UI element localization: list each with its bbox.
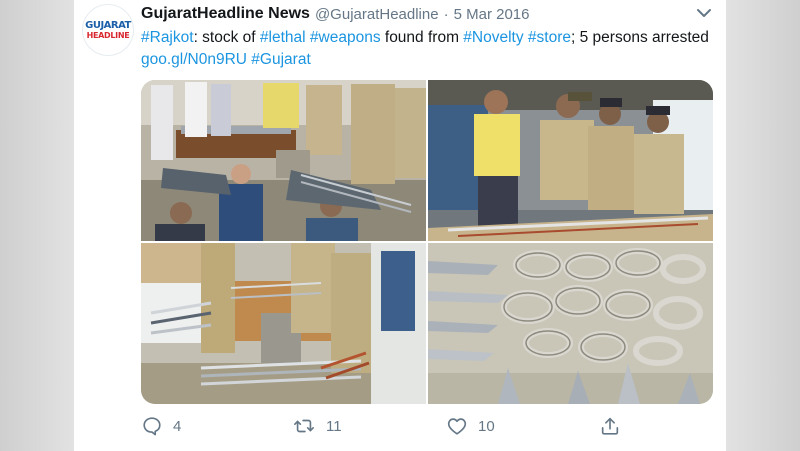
author-handle[interactable]: @GujaratHeadline — [315, 6, 439, 23]
hashtag-lethal[interactable]: #lethal — [260, 29, 306, 46]
text-part-1: : stock of — [193, 29, 260, 46]
text-part-2: found from — [380, 29, 464, 46]
avatar[interactable]: GUJARAT HEADLINE — [82, 4, 134, 56]
tweet-text: #Rajkot: stock of #lethal #weapons found… — [141, 27, 713, 71]
hashtag-novelty[interactable]: #Novelty — [463, 29, 523, 46]
hashtag-weapons[interactable]: #weapons — [310, 29, 381, 46]
media-grid — [141, 80, 713, 404]
hashtag-store[interactable]: #store — [528, 29, 571, 46]
caret-down-icon[interactable] — [696, 6, 712, 20]
tweet-actions: 4 11 10 — [141, 414, 721, 438]
logo-bottom-text: HEADLINE — [86, 30, 130, 40]
like-button[interactable]: 10 — [446, 414, 495, 438]
like-count: 10 — [478, 417, 495, 435]
like-icon — [447, 418, 467, 435]
photo-4[interactable] — [428, 243, 713, 404]
logo-top-text: GUJARAT — [85, 19, 131, 31]
tweet-date[interactable]: 5 Mar 2016 — [454, 6, 530, 23]
background-right — [726, 0, 800, 451]
hashtag-rajkot[interactable]: #Rajkot — [141, 29, 194, 46]
hashtag-gujarat[interactable]: #Gujarat — [251, 51, 310, 68]
text-part-3: ; 5 persons arrested — [571, 29, 709, 46]
reply-count: 4 — [173, 417, 182, 435]
tweet-card: GUJARAT HEADLINE GujaratHeadline News @G… — [74, 0, 726, 451]
header-separator: · — [443, 5, 449, 23]
short-link[interactable]: goo.gl/N0n9RU — [141, 51, 247, 68]
retweet-button[interactable]: 11 — [292, 414, 342, 438]
photo-2[interactable] — [428, 80, 713, 241]
retweet-count: 11 — [326, 417, 342, 435]
background-left — [0, 0, 74, 451]
photo-1[interactable] — [141, 80, 426, 241]
author-display-name[interactable]: GujaratHeadline News — [141, 5, 310, 23]
share-button[interactable] — [599, 414, 621, 438]
reply-icon — [143, 417, 161, 436]
retweet-icon — [294, 419, 314, 433]
tweet-header: GujaratHeadline News @GujaratHeadline · … — [141, 4, 661, 24]
photo-3[interactable] — [141, 243, 426, 404]
reply-button[interactable]: 4 — [141, 414, 181, 438]
share-icon — [601, 417, 619, 435]
